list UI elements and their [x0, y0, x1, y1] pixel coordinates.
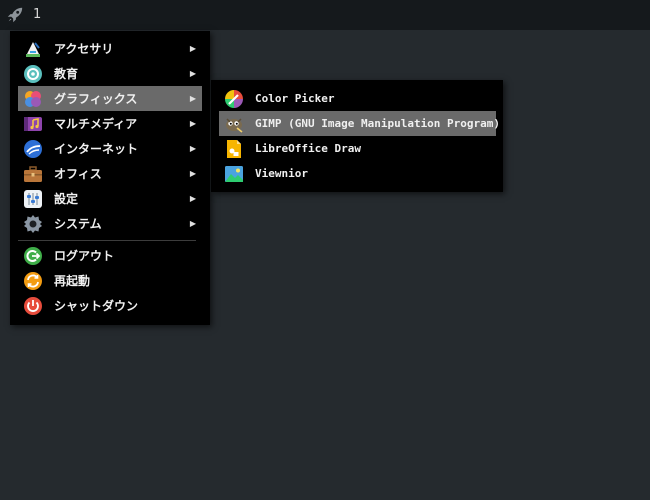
submenu-item-label: LibreOffice Draw — [255, 142, 361, 155]
menu-item-label: オフィス — [54, 167, 102, 181]
submenu-arrow-icon: ▶ — [189, 44, 197, 53]
menu-item-label: アクセサリ — [54, 42, 114, 56]
libreoffice-draw-icon — [227, 139, 241, 158]
submenu-item-viewnior[interactable]: Viewnior — [219, 161, 496, 186]
menu-item-label: 設定 — [54, 192, 79, 206]
menu-item-label: ログアウト — [54, 249, 115, 263]
logout-icon — [24, 246, 42, 265]
menu-separator — [18, 240, 196, 241]
system-icon — [24, 214, 42, 233]
top-panel: 1 — [0, 0, 650, 30]
multimedia-icon — [24, 116, 42, 131]
accessories-icon — [26, 41, 40, 57]
menu-item-internet[interactable]: インターネット ▶ — [18, 136, 202, 161]
menu-item-label: グラフィックス — [54, 92, 138, 106]
gimp-icon — [226, 117, 243, 133]
menu-item-reboot[interactable]: 再起動 — [18, 268, 202, 293]
menu-item-settings[interactable]: 設定 ▶ — [18, 186, 202, 211]
submenu-item-label: Viewnior — [255, 167, 308, 180]
submenu-item-gimp[interactable]: GIMP (GNU Image Manipulation Program) — [219, 111, 500, 136]
submenu-arrow-icon: ▶ — [189, 94, 197, 103]
settings-icon — [24, 189, 42, 208]
shutdown-icon — [24, 296, 42, 315]
menu-item-label: マルチメディア — [54, 117, 138, 131]
submenu-arrow-icon: ▶ — [189, 169, 197, 178]
viewnior-icon — [225, 165, 243, 182]
menu-item-system[interactable]: システム ▶ — [18, 211, 202, 236]
graphics-icon — [25, 90, 41, 107]
application-menu: アクセサリ ▶ 教育 ▶ グラフィックス ▶ マルチメディア ▶ インターネット… — [10, 31, 210, 325]
rocket-icon[interactable] — [6, 6, 24, 24]
reboot-icon — [24, 271, 42, 290]
menu-item-label: シャットダウン — [54, 299, 139, 313]
menu-item-education[interactable]: 教育 ▶ — [18, 61, 202, 86]
graphics-submenu: Color Picker GIMP (GNU Image Manipulatio… — [211, 80, 503, 192]
internet-icon — [24, 139, 42, 158]
submenu-arrow-icon: ▶ — [189, 119, 197, 128]
workspace-indicator[interactable]: 1 — [33, 6, 41, 24]
menu-item-graphics[interactable]: グラフィックス ▶ — [18, 86, 202, 111]
menu-item-label: 教育 — [54, 67, 79, 81]
menu-item-shutdown[interactable]: シャットダウン — [18, 293, 202, 318]
office-icon — [24, 165, 42, 182]
color-picker-icon — [225, 89, 243, 108]
menu-item-label: 再起動 — [54, 274, 91, 288]
menu-item-label: システム — [54, 217, 102, 231]
menu-item-label: インターネット — [54, 142, 139, 156]
menu-item-multimedia[interactable]: マルチメディア ▶ — [18, 111, 202, 136]
submenu-arrow-icon: ▶ — [189, 144, 197, 153]
menu-item-accessories[interactable]: アクセサリ ▶ — [18, 36, 202, 61]
education-icon — [24, 64, 42, 83]
submenu-item-label: Color Picker — [255, 92, 335, 105]
menu-item-office[interactable]: オフィス ▶ — [18, 161, 202, 186]
submenu-arrow-icon: ▶ — [189, 194, 197, 203]
submenu-item-libreoffice-draw[interactable]: LibreOffice Draw — [219, 136, 496, 161]
menu-item-logout[interactable]: ログアウト — [18, 243, 202, 268]
submenu-arrow-icon: ▶ — [189, 219, 197, 228]
submenu-item-label: GIMP (GNU Image Manipulation Program) — [255, 117, 501, 130]
submenu-arrow-icon: ▶ — [189, 69, 197, 78]
submenu-item-color-picker[interactable]: Color Picker — [219, 86, 496, 111]
